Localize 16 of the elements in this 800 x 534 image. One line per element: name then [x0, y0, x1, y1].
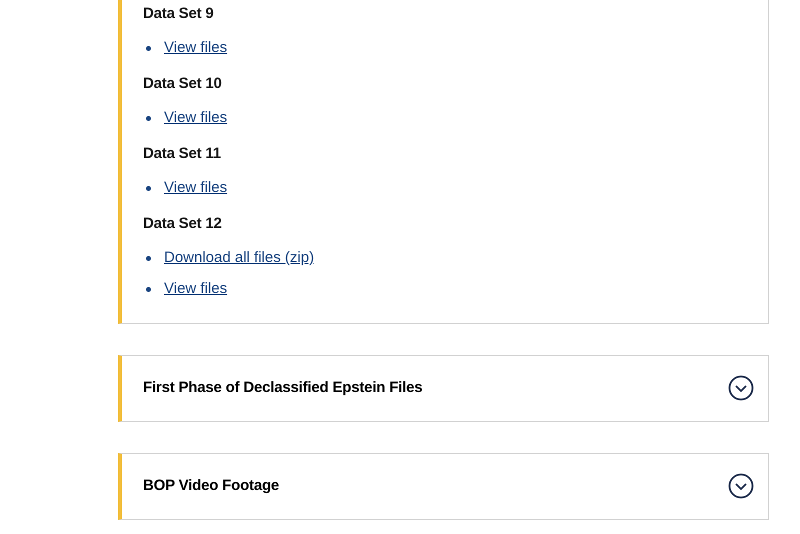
file-link[interactable]: View files — [164, 108, 228, 128]
file-link[interactable]: View files — [164, 178, 228, 198]
file-link[interactable]: View files — [164, 279, 228, 299]
bullet-icon — [146, 286, 151, 292]
accordion-header[interactable]: BOP Video Footage — [118, 453, 769, 520]
file-link[interactable]: View files — [164, 38, 228, 58]
bullet-icon — [146, 186, 151, 190]
bullet-icon — [146, 116, 151, 120]
file-link[interactable]: Download all files (zip) — [164, 248, 314, 268]
data-set-heading: Data Set 10 — [143, 74, 223, 94]
data-set-heading: Data Set 11 — [143, 144, 222, 164]
accordion-header[interactable]: First Phase of Declassified Epstein Files — [118, 355, 769, 422]
data-set-heading: Data Set 9 — [143, 4, 215, 24]
bullet-icon — [146, 256, 151, 260]
data-set-heading: Data Set 12 — [143, 214, 223, 234]
bullet-icon — [146, 46, 151, 50]
